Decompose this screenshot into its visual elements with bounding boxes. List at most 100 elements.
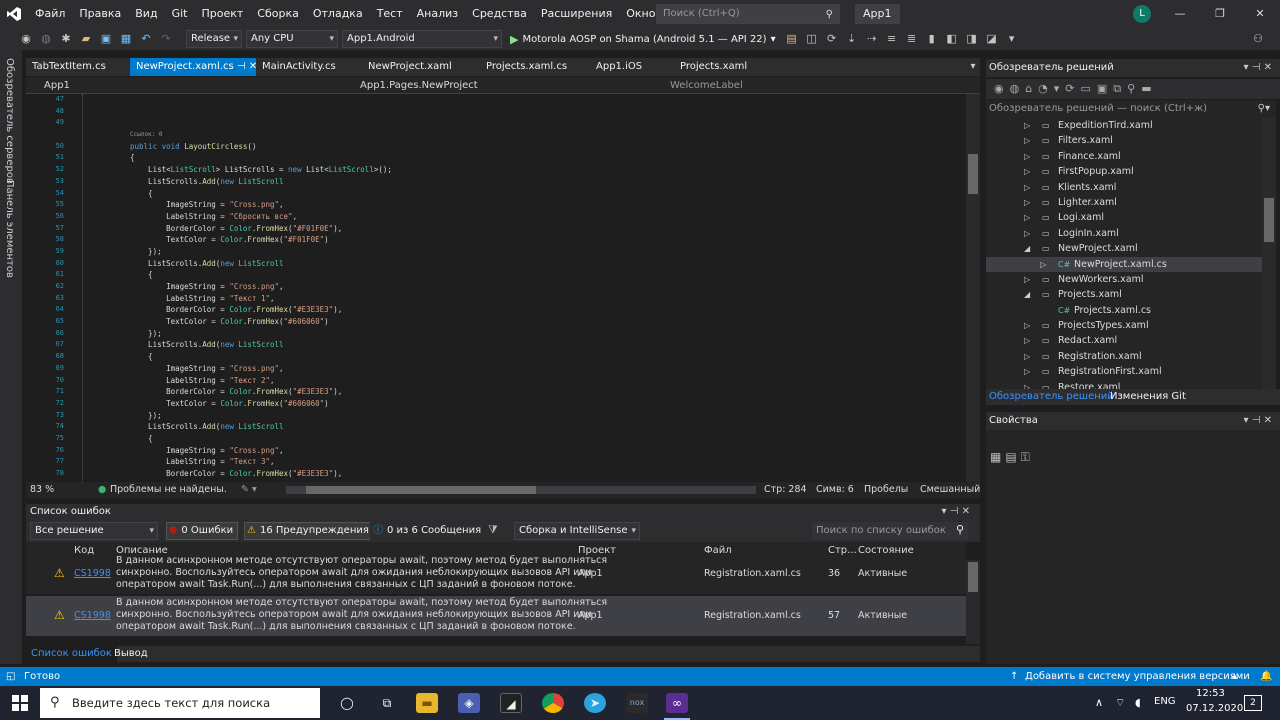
tree-item[interactable]: ▷ ▭ Klients.xaml xyxy=(986,180,1262,195)
tree-item[interactable]: ▷ C# NewProject.xaml.cs xyxy=(986,256,1262,272)
tab-5[interactable]: App1.iOS xyxy=(590,58,674,76)
chrome-icon[interactable] xyxy=(542,693,564,713)
menu-item-8[interactable]: Анализ xyxy=(410,0,466,28)
tab-error-list[interactable]: Список ошибок xyxy=(26,646,117,662)
tab-pin-close-icon[interactable]: ⊣ ✕ xyxy=(234,61,257,72)
build-intellisense-select[interactable]: Сборка и IntelliSense xyxy=(514,522,640,540)
issues-status[interactable]: Проблемы не найдены. xyxy=(110,482,227,498)
minimize-icon[interactable]: — xyxy=(1160,0,1200,28)
class-nav-combo[interactable]: App1.Pages.NewProject xyxy=(346,78,644,93)
toolbar-overflow-icon[interactable]: ▾ xyxy=(1004,31,1020,47)
properties-controls-icon[interactable]: ▾ ⊣ ✕ xyxy=(1244,412,1272,430)
warnings-filter-button[interactable]: ⚠ 16 Предупреждения xyxy=(244,522,374,540)
configuration-select[interactable]: Release xyxy=(186,30,242,48)
whitespace-indicator[interactable]: Пробелы xyxy=(864,482,908,498)
tab-4[interactable]: Projects.xaml.cs xyxy=(480,58,590,76)
tree-item[interactable]: ▷ ▭ FirstPopup.xaml xyxy=(986,164,1262,179)
tab-2[interactable]: MainActivity.cs xyxy=(256,58,362,76)
pin-icon[interactable]: ▾ ⊣ ✕ xyxy=(942,504,970,520)
action-center-icon[interactable]: 2 xyxy=(1244,695,1262,711)
bookmark-icon[interactable]: ▮ xyxy=(924,31,940,47)
code-editor[interactable]: 47 48 49 50 51 52 53 54 55 56 57 58 59 60 61 62 63 64 65 66… xyxy=(26,94,966,482)
bookmark-next-icon[interactable]: ◨ xyxy=(964,31,980,47)
redo-icon[interactable]: ↷ xyxy=(158,31,174,47)
server-explorer-tab[interactable]: Обозреватель серверов xyxy=(4,58,15,184)
scope-select[interactable]: Все решение xyxy=(30,522,158,540)
tree-scrollbar[interactable] xyxy=(1262,118,1276,390)
tab-0[interactable]: TabTextItem.cs xyxy=(26,58,130,76)
nox-icon[interactable]: nox xyxy=(626,693,648,713)
tree-item[interactable]: ◢ ▭ Projects.xaml xyxy=(986,287,1262,302)
expand-icon[interactable]: ▷ xyxy=(1024,149,1030,164)
file-explorer-icon[interactable]: ▬ xyxy=(416,693,438,713)
open-icon[interactable]: ▰ xyxy=(78,31,94,47)
project-nav-combo[interactable]: App1 xyxy=(30,78,342,93)
quick-launch-search[interactable]: Поиск (Ctrl+Q) ⚲ xyxy=(656,4,840,24)
tree-item[interactable]: ▷ ▭ Redact.xaml xyxy=(986,333,1262,348)
properties-toolbar-icon[interactable]: ▦▤⚿ xyxy=(990,450,1280,465)
undo-icon[interactable]: ↶ xyxy=(138,31,154,47)
menu-item-10[interactable]: Расширения xyxy=(534,0,619,28)
brush-icon[interactable]: ✎ ▾ xyxy=(241,482,257,498)
horizontal-scrollbar[interactable] xyxy=(286,486,756,494)
horizontal-scroll-thumb[interactable] xyxy=(306,486,536,494)
solution-tree[interactable]: ▷ ▭ ExpeditionTird.xaml ▷ ▭ Filters.xaml ▷ ▭ Fin… xyxy=(986,118,1262,390)
new-project-icon[interactable]: ✱ xyxy=(58,31,74,47)
messages-filter-button[interactable]: ⓘ 0 из 6 Сообщения xyxy=(370,522,487,540)
tree-item[interactable]: ▷ ▭ ExpeditionTird.xaml xyxy=(986,118,1262,133)
save-icon[interactable]: ▣ xyxy=(98,31,114,47)
tree-item[interactable]: ▷ ▭ Lighter.xaml xyxy=(986,195,1262,210)
editor-vertical-scrollbar[interactable] xyxy=(966,94,980,482)
hot-reload-icon[interactable]: ⟳ xyxy=(824,31,840,47)
error-search-input[interactable]: Поиск по списку ошибок xyxy=(812,522,968,540)
expand-icon[interactable]: ▷ xyxy=(1024,349,1030,364)
tree-item[interactable]: ▷ ▭ LoginIn.xaml xyxy=(986,226,1262,241)
tree-scroll-thumb[interactable] xyxy=(1264,198,1274,242)
error-code[interactable]: CS1998 xyxy=(74,610,111,621)
col-code[interactable]: Код xyxy=(74,542,94,560)
tree-item[interactable]: ▷ ▭ NewWorkers.xaml xyxy=(986,272,1262,287)
publish-icon[interactable]: ▤ xyxy=(784,31,800,47)
panel-controls-icon[interactable]: ▾ ⊣ ✕ xyxy=(1244,59,1272,77)
run-button[interactable]: ▶ Motorola AOSP on Shama (Android 5.1 — A… xyxy=(506,33,780,46)
expand-icon[interactable]: ▷ xyxy=(1024,364,1030,379)
menu-item-0[interactable]: Файл xyxy=(28,0,72,28)
solution-search-input[interactable]: Обозреватель решений — поиск (Ctrl+ж) ⚲▾ xyxy=(986,100,1276,118)
expand-icon[interactable]: ◢ xyxy=(1024,287,1030,302)
bookmark-clear-icon[interactable]: ◪ xyxy=(984,31,1000,47)
error-row[interactable]: ⚠ CS1998 App1 Registration.xaml.cs 36 Активны… xyxy=(26,555,966,594)
menu-item-3[interactable]: Git xyxy=(165,0,195,28)
taskbar-search-input[interactable]: ⚲ Введите здесь текст для поиска xyxy=(40,688,320,718)
menu-item-4[interactable]: Проект xyxy=(194,0,250,28)
virtualbox-icon[interactable]: ◈ xyxy=(458,693,480,713)
startup-project-select[interactable]: App1.Android xyxy=(342,30,502,48)
tab-solution-explorer[interactable]: Обозреватель решений xyxy=(989,389,1114,405)
menu-item-7[interactable]: Тест xyxy=(370,0,410,28)
expand-icon[interactable]: ▷ xyxy=(1024,272,1030,287)
tree-item[interactable]: ◢ ▭ NewProject.xaml xyxy=(986,241,1262,256)
menu-item-2[interactable]: Вид xyxy=(128,0,164,28)
wifi-icon[interactable]: ⌔ xyxy=(1115,696,1125,710)
code-text[interactable]: Ссылок: 0 public void LayoutCircless() { L… xyxy=(130,94,960,482)
tab-output[interactable]: Вывод xyxy=(114,646,148,662)
uncomment-icon[interactable]: ≣ xyxy=(904,31,920,47)
task-view-icon[interactable]: ⧉ xyxy=(376,693,398,713)
line-ending-indicator[interactable]: Смешанный xyxy=(920,482,980,498)
member-nav-combo[interactable]: WelcomeLabel xyxy=(656,78,966,93)
telegram-icon[interactable]: ➤ xyxy=(584,693,606,713)
error-list-scrollbar[interactable] xyxy=(966,560,980,644)
tab-6[interactable]: Projects.xaml xyxy=(674,58,764,76)
language-indicator[interactable]: ENG xyxy=(1154,696,1176,707)
filter-icon[interactable]: ⧩ xyxy=(488,523,498,537)
expand-icon[interactable]: ▷ xyxy=(1024,180,1030,195)
windows-start-icon[interactable] xyxy=(12,695,28,711)
errors-filter-button[interactable]: ⊗ 0 Ошибки xyxy=(166,522,239,540)
tree-item[interactable]: C# Projects.xaml.cs xyxy=(986,303,1262,318)
tree-item[interactable]: ▷ ▭ RegistrationFirst.xaml xyxy=(986,364,1262,379)
visual-studio-logo-icon[interactable] xyxy=(0,0,28,28)
menu-item-5[interactable]: Сборка xyxy=(250,0,306,28)
expand-icon[interactable]: ▷ xyxy=(1024,133,1030,148)
save-all-icon[interactable]: ▦ xyxy=(118,31,134,47)
tree-item[interactable]: ▷ ▭ Logi.xaml xyxy=(986,210,1262,225)
expand-icon[interactable]: ▷ xyxy=(1024,333,1030,348)
